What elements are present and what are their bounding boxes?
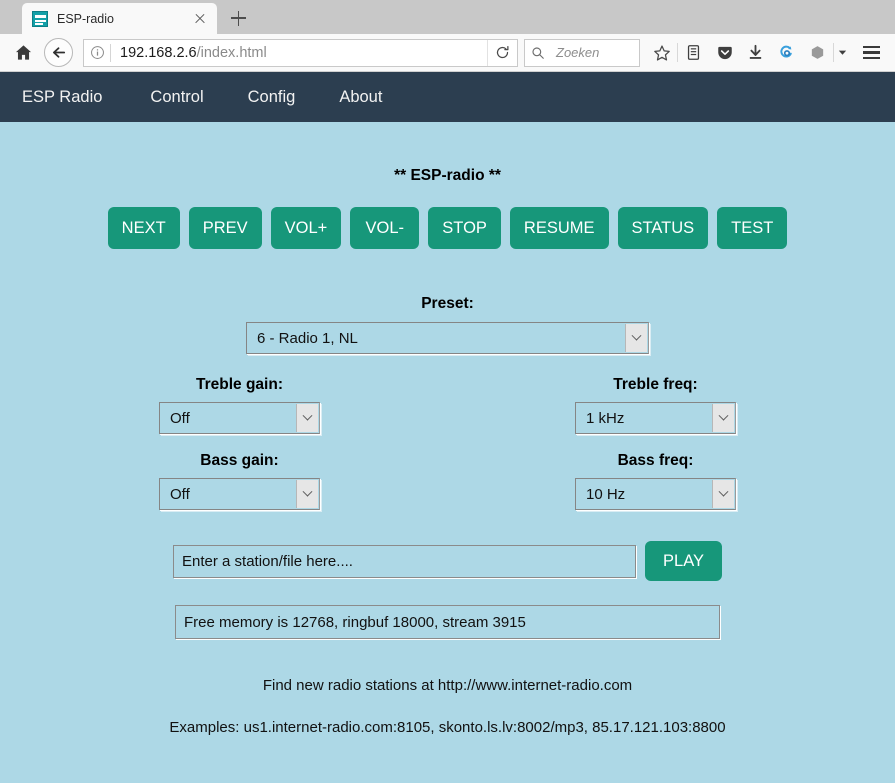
- treble-gain-label: Treble gain:: [196, 376, 283, 393]
- info-icon[interactable]: [84, 45, 110, 60]
- preset-select[interactable]: 6 - Radio 1, NL: [246, 322, 649, 354]
- toolbar-icons: [646, 38, 887, 68]
- pocket-icon[interactable]: [709, 38, 740, 68]
- eq-grid-spacer-2: [364, 452, 532, 510]
- footer-line-2: Examples: us1.internet-radio.com:8105, s…: [169, 719, 726, 736]
- treble-freq-label: Treble freq:: [613, 376, 698, 393]
- reload-icon[interactable]: [487, 39, 517, 66]
- browser-toolbar: 192.168.2.6/index.html Zoeken: [0, 34, 895, 72]
- treble-freq-group: Treble freq: 1 kHz: [532, 376, 780, 434]
- station-entry-row: PLAY: [0, 541, 895, 581]
- url-host: 192.168.2.6: [120, 44, 197, 61]
- eq-grid-spacer: [364, 376, 532, 434]
- tab-strip: ESP-radio: [0, 0, 895, 34]
- back-button[interactable]: [44, 38, 73, 67]
- chevron-down-icon[interactable]: [834, 38, 851, 68]
- url-text: 192.168.2.6/index.html: [111, 45, 487, 61]
- bass-freq-value: 10 Hz: [586, 485, 626, 503]
- close-icon[interactable]: [191, 10, 209, 28]
- bass-gain-group: Bass gain: Off: [116, 452, 364, 510]
- page-title: ** ESP-radio **: [394, 167, 501, 184]
- treble-freq-select[interactable]: 1 kHz: [575, 402, 736, 434]
- nav-item-control[interactable]: Control: [128, 72, 225, 122]
- bass-freq-select[interactable]: 10 Hz: [575, 478, 736, 510]
- treble-gain-value: Off: [170, 409, 190, 427]
- volume-up-button[interactable]: VOL+: [270, 207, 342, 249]
- treble-freq-value: 1 kHz: [586, 409, 625, 427]
- treble-gain-select[interactable]: Off: [159, 402, 320, 434]
- bass-freq-label: Bass freq:: [617, 452, 694, 469]
- equalizer-section: Treble gain: Off Treble freq: 1 kHz Bass…: [0, 376, 895, 510]
- status-button[interactable]: STATUS: [617, 207, 709, 249]
- next-button[interactable]: NEXT: [107, 207, 180, 249]
- status-text: Free memory is 12768, ringbuf 18000, str…: [184, 613, 526, 631]
- chevron-down-icon[interactable]: [296, 404, 318, 432]
- chevron-down-icon[interactable]: [625, 324, 647, 352]
- stop-button[interactable]: STOP: [428, 207, 501, 249]
- chevron-down-icon[interactable]: [712, 404, 734, 432]
- control-button-row: NEXT PREV VOL+ VOL- STOP RESUME STATUS T…: [0, 207, 895, 249]
- page-content: ESP Radio Control Config About ** ESP-ra…: [0, 72, 895, 783]
- chevron-down-icon[interactable]: [712, 480, 734, 508]
- search-icon: [525, 46, 551, 60]
- search-bar[interactable]: Zoeken: [524, 38, 640, 67]
- prev-button[interactable]: PREV: [188, 207, 262, 249]
- download-arrow-icon[interactable]: [740, 38, 771, 68]
- status-box: Free memory is 12768, ringbuf 18000, str…: [175, 605, 720, 639]
- test-button[interactable]: TEST: [717, 207, 788, 249]
- bass-gain-value: Off: [170, 485, 190, 503]
- chevron-down-icon[interactable]: [296, 480, 318, 508]
- nav-item-config[interactable]: Config: [226, 72, 318, 122]
- sync-icon[interactable]: [771, 38, 802, 68]
- resume-button[interactable]: RESUME: [509, 207, 609, 249]
- site-navbar: ESP Radio Control Config About: [0, 72, 895, 122]
- url-path: /index.html: [196, 44, 267, 61]
- preset-section: Preset: 6 - Radio 1, NL: [0, 295, 895, 354]
- volume-down-button[interactable]: VOL-: [350, 207, 420, 249]
- url-bar[interactable]: 192.168.2.6/index.html: [83, 38, 518, 67]
- star-icon[interactable]: [646, 38, 677, 68]
- search-placeholder: Zoeken: [556, 45, 600, 60]
- station-input[interactable]: [173, 544, 637, 578]
- hexagon-icon[interactable]: [802, 38, 833, 68]
- nav-item-about[interactable]: About: [317, 72, 404, 122]
- new-tab-button[interactable]: [223, 3, 253, 33]
- bass-gain-select[interactable]: Off: [159, 478, 320, 510]
- home-icon[interactable]: [8, 38, 38, 68]
- browser-window: ESP-radio 192.168.2.6/index.html Zoeken …: [0, 0, 895, 783]
- tab-title: ESP-radio: [57, 11, 114, 26]
- preset-label: Preset:: [421, 295, 474, 312]
- preset-select-value: 6 - Radio 1, NL: [257, 329, 358, 347]
- esp-radio-favicon: [32, 10, 48, 27]
- bass-freq-group: Bass freq: 10 Hz: [532, 452, 780, 510]
- bass-gain-label: Bass gain:: [200, 452, 279, 469]
- library-icon[interactable]: [678, 38, 709, 68]
- nav-item-esp-radio[interactable]: ESP Radio: [22, 72, 128, 122]
- footer-line-1: Find new radio stations at http://www.in…: [262, 677, 633, 694]
- play-button[interactable]: PLAY: [645, 541, 722, 581]
- browser-tab[interactable]: ESP-radio: [22, 3, 217, 34]
- treble-gain-group: Treble gain: Off: [116, 376, 364, 434]
- hamburger-menu-icon[interactable]: [855, 38, 887, 68]
